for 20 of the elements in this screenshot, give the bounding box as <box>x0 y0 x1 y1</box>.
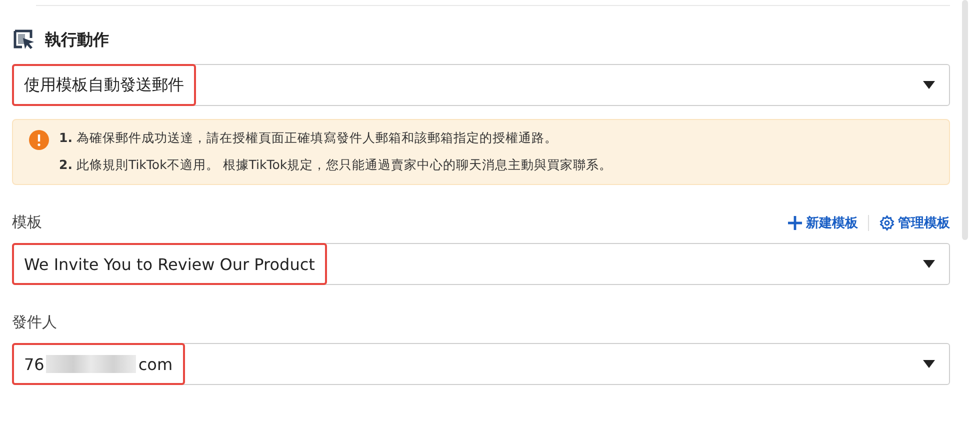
plus-icon <box>787 214 803 230</box>
select-field[interactable]: We Invite You to Review Our Product <box>12 243 950 285</box>
select-field[interactable]: 使用模板自動發送郵件 <box>12 64 950 106</box>
notice-text: 2. 此條規則TikTok不適用。 根據TikTok規定，您只能通過賣家中心的聊天消息主動與買家聯系。 <box>59 157 612 174</box>
settings-icon <box>879 214 895 230</box>
caret-icon <box>923 260 935 268</box>
selected-value: 使用模板自動發送郵件 <box>12 64 196 106</box>
field-label: 模板 <box>12 213 42 232</box>
selected-value: We Invite You to Review Our Product <box>12 243 327 285</box>
notice-text: 1. 為確保郵件成功送達，請在授權頁面正確填寫發件人郵箱和該郵箱指定的授權通路。 <box>59 130 558 147</box>
new-template-link[interactable]: 新建模板 <box>787 214 858 232</box>
warning-icon <box>29 130 49 150</box>
section-title: 執行動作 <box>45 30 109 50</box>
manage-template-link[interactable]: 管理模板 <box>879 214 950 232</box>
caret-icon <box>923 360 935 368</box>
caret-icon <box>923 81 935 89</box>
select-field[interactable]: 76 com <box>12 343 950 385</box>
cursor-icon <box>12 28 36 52</box>
field-label: 發件人 <box>12 313 57 332</box>
selected-value: 76 com <box>12 343 185 385</box>
